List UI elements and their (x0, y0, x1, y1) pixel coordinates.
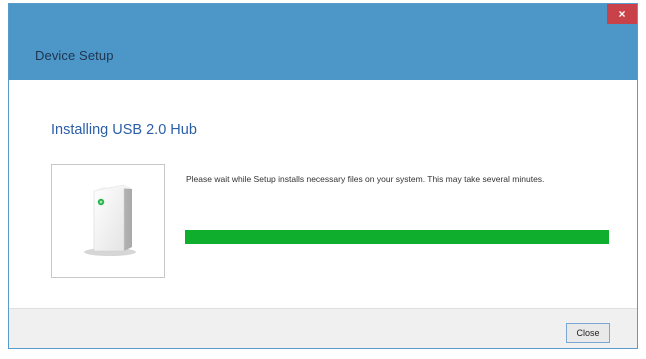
hub-device-icon (84, 184, 136, 256)
title-bar[interactable]: Device Setup × (9, 4, 637, 80)
device-setup-window: Device Setup × Installing USB 2.0 Hub Pl… (8, 3, 638, 349)
window-close-button[interactable]: × (607, 4, 637, 24)
status-message: Please wait while Setup installs necessa… (186, 174, 545, 184)
progress-bar-fill (185, 230, 609, 244)
close-button[interactable]: Close (566, 323, 610, 343)
page-heading: Installing USB 2.0 Hub (51, 122, 197, 138)
device-image-frame (51, 164, 165, 278)
dialog-footer: Close (9, 308, 637, 348)
content-area: Installing USB 2.0 Hub Please wait while… (9, 80, 637, 308)
window-title: Device Setup (35, 48, 114, 63)
progress-bar (185, 230, 609, 244)
